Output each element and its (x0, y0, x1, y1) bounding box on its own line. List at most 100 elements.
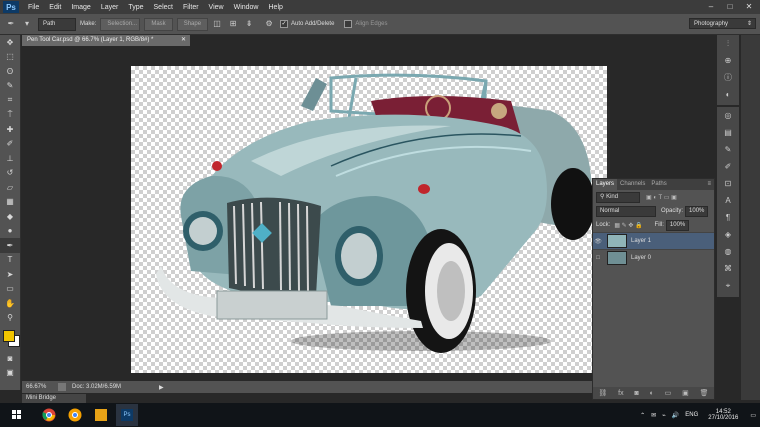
align-edges-checkbox[interactable] (344, 20, 353, 28)
path-alignment-icon[interactable]: ⊞ (228, 19, 238, 29)
layers-icon[interactable]: ◈ (717, 226, 739, 243)
visibility-box-icon[interactable]: □ (593, 255, 603, 261)
media-player-icon[interactable] (90, 404, 112, 426)
eyedropper-tool-icon[interactable]: ⍑ (0, 108, 20, 123)
lock-icons[interactable]: ▦ ✎ ✥ 🔒 (614, 222, 642, 229)
kind-filter-select[interactable]: ⚲ Kind (596, 191, 640, 203)
brush-tool-icon[interactable]: ✐ (0, 137, 20, 152)
notifications-icon[interactable]: ▭ (750, 412, 756, 419)
menu-file[interactable]: File (23, 4, 44, 11)
chrome-canary-icon[interactable] (64, 404, 86, 426)
maximize-button[interactable]: □ (721, 1, 739, 13)
fill-input[interactable]: 100% (665, 219, 690, 231)
new-group-icon[interactable]: ▭ (665, 389, 672, 397)
quick-mask-icon[interactable]: ◙ (0, 351, 20, 366)
menu-select[interactable]: Select (149, 4, 178, 11)
visibility-eye-icon[interactable]: 👁 (593, 238, 603, 245)
panel-menu-icon[interactable]: ≡ (707, 179, 714, 190)
tab-layers[interactable]: Layers (593, 179, 618, 190)
tray-arrow-icon[interactable]: ⌃ (640, 412, 645, 419)
workspace-select[interactable]: Photography ⇕ (689, 18, 756, 29)
network-icon[interactable]: ⌁ (662, 412, 666, 419)
delete-layer-icon[interactable]: 🗑 (700, 389, 709, 397)
clone-stamp-tool-icon[interactable]: ⊥ (0, 151, 20, 166)
menu-filter[interactable]: Filter (178, 4, 204, 11)
menu-view[interactable]: View (204, 4, 229, 11)
status-menu-arrow-icon[interactable]: ▶ (159, 384, 164, 391)
layer-row[interactable]: □ Layer 0 (593, 249, 714, 266)
menu-edit[interactable]: Edit (44, 4, 66, 11)
clone-source-icon[interactable]: ⊡ (717, 175, 739, 192)
paths-icon[interactable]: ⌘ (717, 260, 739, 277)
rectangle-tool-icon[interactable]: ▭ (0, 282, 20, 297)
foreground-color-swatch[interactable] (3, 330, 15, 342)
make-shape-button[interactable]: Shape (176, 17, 209, 31)
pen-tool-icon[interactable]: ✒ (6, 19, 16, 29)
clock[interactable]: 14:52 27/10/2016 (708, 409, 738, 421)
eraser-tool-icon[interactable]: ▱ (0, 180, 20, 195)
close-tab-icon[interactable]: ✕ (181, 35, 186, 46)
dodge-tool-icon[interactable]: ● (0, 224, 20, 239)
navigator-icon[interactable]: ⊕ (717, 52, 739, 69)
language-indicator[interactable]: ENG (685, 412, 698, 418)
windows-start-icon[interactable] (6, 404, 28, 426)
history-brush-tool-icon[interactable]: ↺ (0, 166, 20, 181)
brushes-icon[interactable]: ✐ (717, 158, 739, 175)
opacity-input[interactable]: 100% (685, 205, 709, 217)
color-swatches[interactable] (0, 325, 20, 351)
layer-name[interactable]: Layer 1 (631, 238, 651, 244)
make-mask-button[interactable]: Mask (144, 17, 173, 31)
histogram-icon[interactable]: ⫶ (717, 35, 739, 52)
character-icon[interactable]: A (717, 192, 739, 209)
paragraph-icon[interactable]: ¶ (717, 209, 739, 226)
hand-tool-icon[interactable]: ✋ (0, 296, 20, 311)
close-button[interactable]: ✕ (740, 1, 758, 13)
color-icon[interactable]: ◐ (717, 86, 739, 103)
crop-tool-icon[interactable]: ⌗ (0, 93, 20, 108)
new-layer-icon[interactable]: ▣ (682, 389, 689, 397)
path-select-tool-icon[interactable]: ➤ (0, 267, 20, 282)
transform-icon[interactable]: ⌖ (717, 277, 739, 294)
document-tab[interactable]: Pen Tool Car.psd @ 66.7% (Layer 1, RGB/8… (22, 35, 190, 46)
chrome-icon[interactable] (38, 404, 60, 426)
info-icon[interactable]: ⓘ (717, 69, 739, 86)
photoshop-taskbar-icon[interactable]: Ps (116, 404, 138, 426)
menu-type[interactable]: Type (123, 4, 148, 11)
filter-icons[interactable]: ▣ ◐ T ▭ ▣ (646, 194, 677, 201)
share-icon[interactable] (58, 383, 66, 391)
pen-tool-icon[interactable]: ✒ (0, 238, 20, 253)
screen-mode-icon[interactable]: ▣ (0, 366, 20, 381)
settings-gear-icon[interactable]: ⚙ (264, 19, 274, 29)
tool-preset-chevron-icon[interactable]: ▾ (22, 19, 32, 29)
path-arrangement-icon[interactable]: ⇟ (244, 19, 254, 29)
menu-help[interactable]: Help (264, 4, 288, 11)
zoom-tool-icon[interactable]: ⚲ (0, 311, 20, 326)
pen-mode-select[interactable]: Path (38, 17, 76, 31)
fx-icon[interactable]: fx (618, 390, 623, 397)
menu-layer[interactable]: Layer (96, 4, 124, 11)
minimize-button[interactable]: – (702, 1, 720, 13)
layer-row[interactable]: 👁 Layer 1 (593, 232, 714, 249)
quick-select-tool-icon[interactable]: ✎ (0, 79, 20, 94)
path-operations-icon[interactable]: ◫ (212, 19, 222, 29)
tab-channels[interactable]: Channels (617, 179, 648, 190)
lasso-tool-icon[interactable]: ʘ (0, 64, 20, 79)
make-selection-button[interactable]: Selection... (100, 17, 141, 31)
adjustments-icon[interactable]: ◎ (717, 107, 739, 124)
layer-name[interactable]: Layer 0 (631, 255, 651, 261)
marquee-tool-icon[interactable]: ⬚ (0, 50, 20, 65)
blur-tool-icon[interactable]: ◆ (0, 209, 20, 224)
gradient-tool-icon[interactable]: ▦ (0, 195, 20, 210)
adjustment-layer-icon[interactable]: ◐ (650, 390, 654, 397)
message-icon[interactable]: ✉ (651, 412, 656, 419)
styles-icon[interactable]: ▤ (717, 124, 739, 141)
add-mask-icon[interactable]: ◙ (634, 390, 638, 397)
auto-add-delete-checkbox[interactable]: ✓ (280, 20, 289, 28)
canvas[interactable] (131, 66, 607, 373)
menu-image[interactable]: Image (66, 4, 95, 11)
tab-paths[interactable]: Paths (648, 179, 669, 190)
menu-window[interactable]: Window (229, 4, 264, 11)
move-tool-icon[interactable]: ✥ (0, 35, 20, 50)
healing-tool-icon[interactable]: ✚ (0, 122, 20, 137)
zoom-level[interactable]: 66.67% (22, 384, 52, 390)
